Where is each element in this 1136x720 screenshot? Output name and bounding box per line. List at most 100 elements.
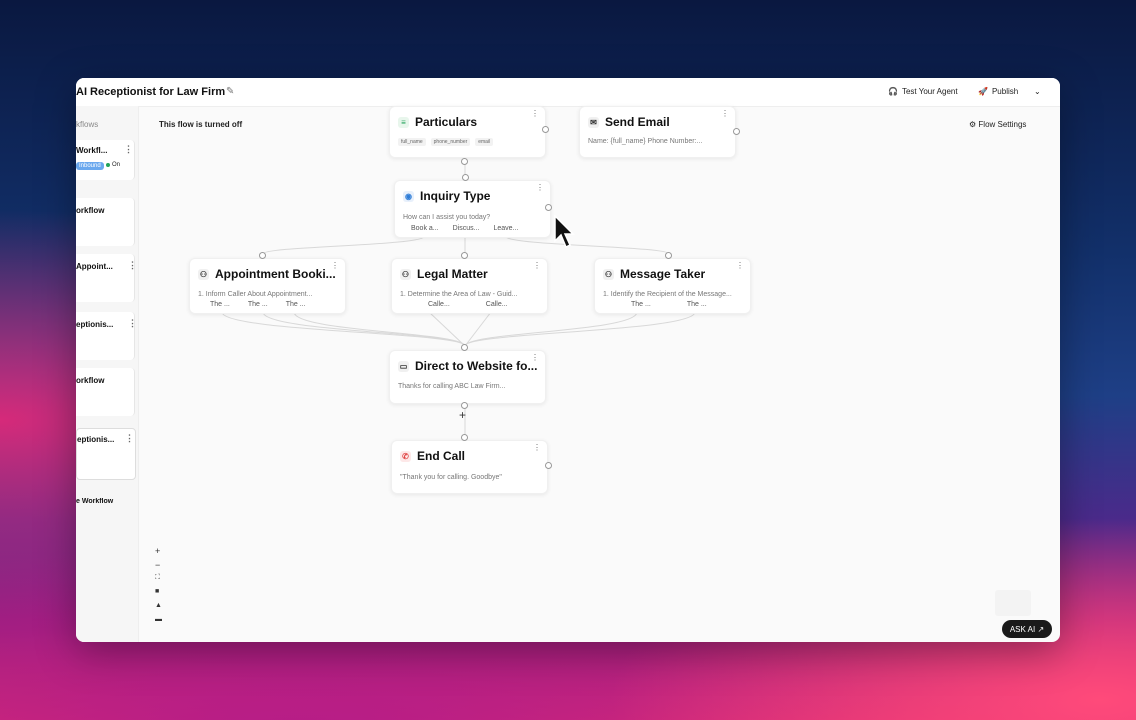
more-icon[interactable]: ⋮ [124,144,133,155]
node-subtitle: 1. Identify the Recipient of the Message… [603,291,732,298]
node-message-taker[interactable]: ⚇ Message Taker ⋮ 1. Identify the Recipi… [594,258,751,314]
node-port[interactable] [461,252,468,259]
more-icon[interactable]: ⋮ [736,261,744,270]
node-subtitle: Name: {full_name} Phone Number:... [588,138,703,145]
flow-canvas[interactable]: This flow is turned off ⚙ Flow Settings … [139,106,1060,642]
node-title: Particulars [415,115,478,129]
variable-tags: full_name phone_number email [398,138,496,146]
node-subtitle: 1. Inform Caller About Appointment... [198,291,313,298]
message-options: The ... The ... [631,301,707,308]
more-icon[interactable]: ⋮ [536,183,544,192]
ask-ai-button[interactable]: ASK AI ↗ [1002,620,1052,638]
node-port[interactable] [665,252,672,259]
sidebar-item-label: Appoint... [76,262,113,271]
publish-label: Publish [991,87,1019,96]
sidebar-item-workflow-4[interactable]: eptionis... ⋮ [76,312,137,360]
node-legal-matter[interactable]: ⚇ Legal Matter ⋮ 1. Determine the Area o… [391,258,548,314]
node-port[interactable] [545,204,552,211]
tag: email [475,138,494,146]
workflow-sidebar: kflows Workfl... ⋮ Inbound On orkflow Ap… [76,106,139,642]
option-label: The ... [247,301,268,308]
test-agent-button[interactable]: 🎧 Test Your Agent [888,87,958,96]
inquiry-options: Book a... Discus... Leave... [411,225,518,232]
flow-settings-button[interactable]: ⚙ Flow Settings [969,120,1026,129]
chevron-down-icon[interactable]: ⌄ [1034,87,1041,96]
sparkle-icon: ↗ [1037,624,1045,634]
node-header: ⚇ Message Taker [603,267,705,281]
add-workflow-button[interactable]: e Workflow [76,498,134,505]
node-title: Inquiry Type [420,189,491,203]
zoom-out-button[interactable]: − [155,560,160,570]
menu-icon[interactable]: ▬ [155,616,162,623]
on-status: On [106,162,120,168]
option-label: Leave... [493,225,519,232]
tag: full_name [398,138,426,146]
node-port[interactable] [461,344,468,351]
node-port[interactable] [542,126,549,133]
add-node-plus-icon[interactable]: + [459,408,466,422]
flow-settings-label: Flow Settings [978,120,1027,129]
node-port[interactable] [461,434,468,441]
node-port[interactable] [462,174,469,181]
zoom-in-button[interactable]: + [155,546,160,556]
node-particulars[interactable]: ≡ Particulars ⋮ full_name phone_number e… [389,106,546,158]
node-header: ≡ Particulars [398,115,477,129]
node-port[interactable] [259,252,266,259]
more-icon[interactable]: ⋮ [128,260,137,271]
on-dot-icon [106,163,110,167]
sidebar-item-workflow-1[interactable]: Workfl... ⋮ Inbound On [76,140,135,180]
chat-icon: ◉ [403,190,414,202]
publish-button[interactable]: 🚀 Publish [978,87,1018,96]
node-port[interactable] [461,158,468,165]
more-icon[interactable]: ⋮ [531,109,539,118]
node-direct-to-website[interactable]: ▭ Direct to Website fo... ⋮ Thanks for c… [389,350,546,404]
ask-ai-label: ASK AI [1009,624,1036,634]
more-icon[interactable]: ⋮ [721,109,729,118]
lock-icon[interactable]: ■ [155,588,159,595]
node-port[interactable] [461,402,468,409]
sidebar-item-label: orkflow [76,206,105,215]
node-end-call[interactable]: ✆ End Call ⋮ "Thank you for calling. Goo… [391,440,548,494]
app-window: AI Receptionist for Law Firm ✎ 🎧 Test Yo… [76,78,1060,642]
mail-icon: ✉ [588,116,599,128]
sidebar-item-workflow-6[interactable]: eptionis... ⋮ [76,428,136,480]
node-appointment-booking[interactable]: ⚇ Appointment Booki... ⋮ 1. Inform Calle… [189,258,346,314]
option-label: The ... [285,301,306,308]
sidebar-item-workflow-2[interactable]: orkflow [76,198,135,246]
option-label: Calle... [485,301,508,308]
agent-icon: ⚇ [603,268,614,280]
node-header: ✉ Send Email [588,115,670,129]
node-inquiry-type[interactable]: ◉ Inquiry Type ⋮ How can I assist you to… [394,180,551,238]
headset-icon: 🎧 [888,87,898,96]
mouse-cursor-icon [554,215,575,249]
connections-layer [221,159,696,436]
appointment-options: The ... The ... The ... [210,301,306,308]
agent-icon: ⚇ [400,268,411,280]
fit-view-icon[interactable]: ⛶ [155,574,160,582]
node-subtitle: Thanks for calling ABC Law Firm... [398,383,506,390]
node-subtitle: "Thank you for calling. Goodbye" [400,474,502,481]
node-header: ⚇ Appointment Booki... [198,267,336,281]
minimap[interactable] [995,590,1031,616]
more-icon[interactable]: ⋮ [125,433,134,444]
more-icon[interactable]: ⋮ [531,353,539,362]
more-icon[interactable]: ⋮ [533,261,541,270]
node-title: End Call [417,449,466,463]
node-subtitle: How can I assist you today? [403,214,491,221]
status-badge: Inbound [76,162,104,170]
page-title: AI Receptionist for Law Firm [76,86,226,98]
layout-icon[interactable]: ▲ [155,602,162,609]
node-port[interactable] [545,462,552,469]
more-icon[interactable]: ⋮ [533,443,541,452]
sidebar-item-workflow-5[interactable]: orkflow [76,368,135,416]
more-icon[interactable]: ⋮ [128,318,137,329]
test-agent-label: Test Your Agent [901,87,958,96]
sidebar-item-workflow-3[interactable]: Appoint... ⋮ [76,254,137,302]
sidebar-item-label: orkflow [76,376,105,385]
more-icon[interactable]: ⋮ [331,261,339,270]
node-header: ⚇ Legal Matter [400,267,488,281]
node-port[interactable] [733,128,740,135]
node-send-email[interactable]: ✉ Send Email ⋮ Name: {full_name} Phone N… [579,106,736,158]
edit-title-icon[interactable]: ✎ [226,86,234,97]
sidebar-section-label: kflows [76,120,99,129]
